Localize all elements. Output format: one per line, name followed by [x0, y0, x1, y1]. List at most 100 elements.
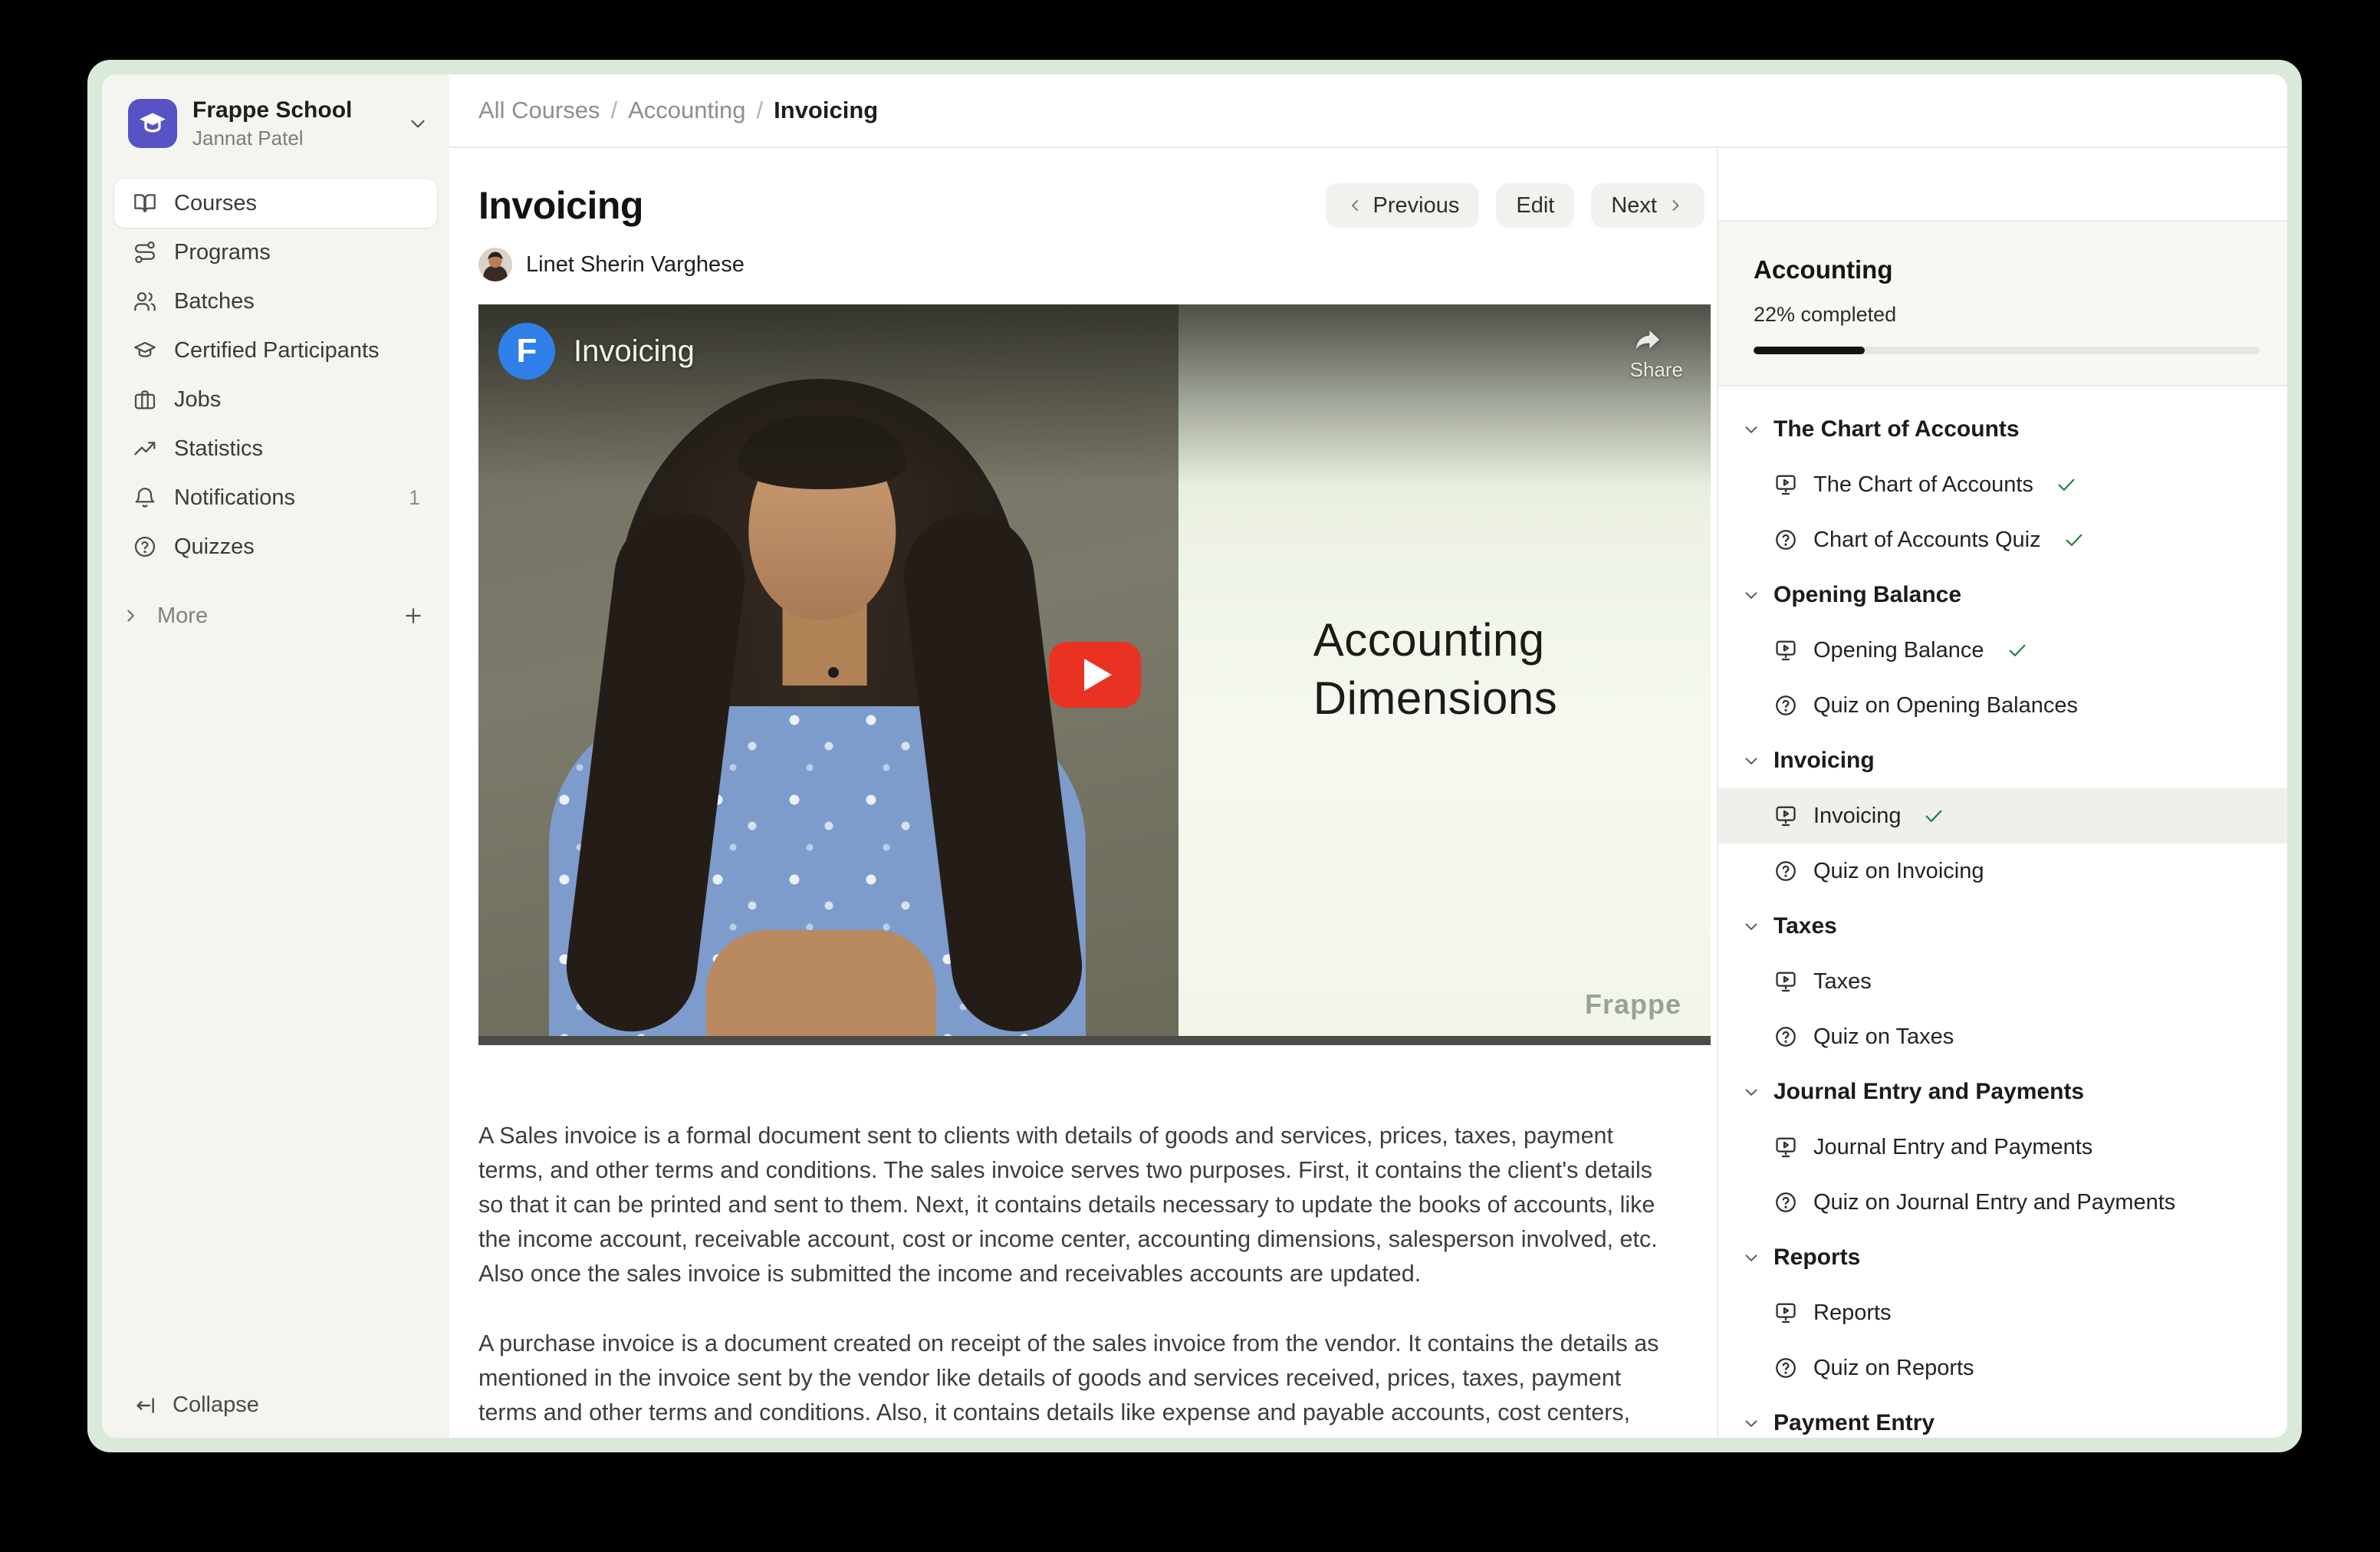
video-title[interactable]: Invoicing [574, 334, 695, 369]
sidebar-item-batches[interactable]: Batches [114, 277, 437, 326]
content-area: All Courses/Accounting/Invoicing Invoici… [449, 74, 2287, 1438]
course-progress-header: Accounting 22% completed [1718, 222, 2287, 386]
chapter-header-the-chart-of-accounts[interactable]: The Chart of Accounts [1718, 402, 2287, 457]
sidebar-more[interactable]: More [102, 591, 449, 640]
chevron-right-icon [1666, 196, 1685, 215]
quiz-row-quiz-on-journal-entry-and-payments[interactable]: Quiz on Journal Entry and Payments [1718, 1175, 2287, 1230]
workspace-switcher[interactable]: Frappe School Jannat Patel [102, 74, 449, 169]
chapter-header-taxes[interactable]: Taxes [1718, 899, 2287, 954]
quiz-row-quiz-on-reports[interactable]: Quiz on Reports [1718, 1340, 2287, 1396]
sidebar-item-label: Programs [174, 240, 271, 265]
lesson-title: Quiz on Taxes [1813, 1024, 1954, 1050]
lesson-title: Opening Balance [1813, 638, 1984, 663]
video-progress-bar[interactable] [478, 1036, 1711, 1045]
sidebar-item-quizzes[interactable]: Quizzes [114, 522, 437, 571]
breadcrumb: All Courses/Accounting/Invoicing [478, 97, 878, 124]
sidebar-item-label: Jobs [174, 387, 221, 413]
route-icon [133, 240, 157, 265]
quiz-row-chart-of-accounts-quiz[interactable]: Chart of Accounts Quiz [1718, 512, 2287, 567]
app-window: Frappe School Jannat Patel Courses Progra… [87, 60, 2302, 1452]
sidebar-item-certified-participants[interactable]: Certified Participants [114, 326, 437, 375]
sidebar-item-courses[interactable]: Courses [114, 179, 437, 228]
course-title: Accounting [1754, 255, 2260, 284]
slide-title: Accounting Dimensions [1313, 611, 1557, 728]
chapter-header-invoicing[interactable]: Invoicing [1718, 733, 2287, 788]
share-button[interactable]: Share [1630, 324, 1683, 382]
sidebar-item-statistics[interactable]: Statistics [114, 424, 437, 473]
check-icon [2055, 473, 2078, 496]
lesson-row-taxes[interactable]: Taxes [1718, 954, 2287, 1009]
chevron-down-icon [1741, 916, 1761, 936]
course-outline-panel: Accounting 22% completed The Chart of Ac… [1717, 148, 2287, 1438]
sidebar-item-label: Statistics [174, 436, 263, 462]
lesson-title: Quiz on Journal Entry and Payments [1813, 1190, 2175, 1215]
lesson-title: Chart of Accounts Quiz [1813, 528, 2041, 553]
frappe-watermark: Frappe [1585, 988, 1681, 1021]
share-icon [1630, 324, 1665, 355]
chapter-title: Journal Entry and Payments [1773, 1079, 2084, 1105]
notification-count: 1 [409, 486, 425, 510]
collapse-sidebar-button[interactable]: Collapse [133, 1393, 259, 1418]
breadcrumb-separator: / [611, 97, 618, 124]
lesson-icon [1773, 472, 1798, 497]
video-player[interactable]: Accounting Dimensions Frappe F Invoicing [478, 304, 1711, 1045]
lesson-icon [1773, 1300, 1798, 1325]
plus-icon[interactable] [402, 604, 425, 627]
lesson-toolbar: Previous Edit Next [1326, 183, 1704, 228]
channel-avatar[interactable]: F [498, 323, 555, 380]
chevron-right-icon [120, 606, 140, 626]
chevron-down-icon [406, 112, 429, 135]
check-icon [2063, 528, 2086, 551]
workspace-subtitle: Jannat Patel [192, 127, 352, 150]
lesson-paragraph: A purchase invoice is a document created… [478, 1327, 1675, 1438]
quiz-row-quiz-on-invoicing[interactable]: Quiz on Invoicing [1718, 843, 2287, 899]
previous-button[interactable]: Previous [1326, 183, 1480, 228]
chapter-title: Invoicing [1773, 748, 1875, 774]
quiz-row-quiz-on-opening-balances[interactable]: Quiz on Opening Balances [1718, 678, 2287, 733]
lesson-paragraph: A Sales invoice is a formal document sen… [478, 1119, 1675, 1291]
chapter-header-payment-entry[interactable]: Payment Entry [1718, 1396, 2287, 1438]
chapter-title: The Chart of Accounts [1773, 416, 2020, 442]
sidebar-item-jobs[interactable]: Jobs [114, 375, 437, 424]
breadcrumb-all-courses[interactable]: All Courses [478, 97, 600, 124]
lesson-row-the-chart-of-accounts[interactable]: The Chart of Accounts [1718, 457, 2287, 512]
edit-button[interactable]: Edit [1496, 183, 1574, 228]
lesson-icon [1773, 1135, 1798, 1159]
lesson-row-invoicing[interactable]: Invoicing [1718, 788, 2287, 843]
sidebar-item-programs[interactable]: Programs [114, 228, 437, 277]
collapse-icon [133, 1393, 157, 1418]
check-icon [2006, 639, 2029, 662]
lesson-title: Reports [1813, 1300, 1892, 1326]
sidebar-item-label: Batches [174, 289, 255, 314]
chapter-header-reports[interactable]: Reports [1718, 1230, 2287, 1285]
chevron-down-icon [1741, 1082, 1761, 1102]
collapse-label: Collapse [173, 1393, 259, 1418]
graduation-cap-icon [133, 338, 157, 363]
chapter-header-opening-balance[interactable]: Opening Balance [1718, 567, 2287, 623]
lesson-row-reports[interactable]: Reports [1718, 1285, 2287, 1340]
sidebar-item-notifications[interactable]: Notifications1 [114, 473, 437, 522]
quiz-row-quiz-on-taxes[interactable]: Quiz on Taxes [1718, 1009, 2287, 1064]
sidebar-nav: Courses Programs Batches Certified Particip… [102, 169, 449, 571]
quiz-icon [1773, 528, 1798, 552]
avatar [478, 248, 512, 281]
lesson-row-opening-balance[interactable]: Opening Balance [1718, 623, 2287, 678]
breadcrumb-accounting[interactable]: Accounting [628, 97, 745, 124]
lesson-row-journal-entry-and-payments[interactable]: Journal Entry and Payments [1718, 1120, 2287, 1175]
chapter-header-journal-entry-and-payments[interactable]: Journal Entry and Payments [1718, 1064, 2287, 1120]
author-row: Linet Sherin Varghese [478, 248, 1704, 281]
play-button[interactable] [1049, 642, 1141, 708]
next-button[interactable]: Next [1591, 183, 1704, 228]
progress-bar-fill [1754, 347, 1865, 354]
lesson-icon [1773, 638, 1798, 663]
lesson-title: Taxes [1813, 969, 1872, 995]
chapter: Opening Balance Opening Balance Quiz on Op… [1718, 567, 2287, 733]
app-frame: Frappe School Jannat Patel Courses Progra… [102, 74, 2287, 1438]
lesson-title: Quiz on Reports [1813, 1356, 1974, 1381]
progress-label: 22% completed [1754, 303, 2260, 327]
sidebar-item-label: Quizzes [174, 534, 255, 560]
quiz-icon [1773, 859, 1798, 883]
chapter-title: Reports [1773, 1245, 1860, 1271]
lesson-title: Quiz on Opening Balances [1813, 693, 2078, 718]
lesson-body: A Sales invoice is a formal document sen… [478, 1119, 1704, 1438]
